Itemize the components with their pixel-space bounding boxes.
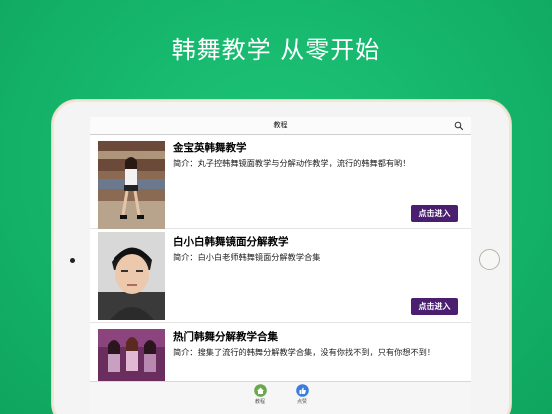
enter-button[interactable]: 点击进入 — [411, 298, 458, 315]
tab-label: 点赞 — [296, 399, 307, 405]
nav-title: 教程 — [273, 121, 288, 129]
item-title: 白小白韩舞镜面分解教学 — [173, 236, 289, 248]
list-item[interactable]: 金宝英韩舞教学 简介：丸子控韩舞镜面教学与分解动作教学，流行的韩舞都有哟！ 点击… — [90, 136, 471, 229]
item-description: 简介：丸子控韩舞镜面教学与分解动作教学，流行的韩舞都有哟！ — [173, 158, 411, 168]
app-screen: 教程 金宝英韩舞教学 简介：丸子控韩舞镜面教学与分解动作教学，流行的韩舞都有哟！… — [90, 117, 471, 414]
search-icon[interactable] — [454, 121, 464, 131]
tablet-home-button — [479, 249, 500, 270]
home-icon — [253, 384, 267, 397]
item-description: 简介：白小白老师韩舞镜面分解教学合集 — [173, 252, 321, 262]
thumbnail-image — [98, 329, 165, 381]
tab-tutorial[interactable]: 教程 — [245, 384, 275, 412]
tab-bar: 教程 点赞 — [90, 381, 471, 414]
thumbnail-image — [98, 141, 165, 229]
item-description: 简介：搜集了流行的韩舞分解教学合集，没有你找不到，只有你想不到！ — [173, 347, 436, 357]
enter-button[interactable]: 点击进入 — [411, 205, 458, 222]
promo-headline: 韩舞教学 从零开始 — [171, 36, 381, 64]
nav-bar: 教程 — [90, 117, 471, 135]
thumbnail-image — [98, 232, 165, 320]
item-title: 热门韩舞分解教学合集 — [173, 331, 278, 343]
thumbs-up-icon — [295, 384, 309, 397]
list-item[interactable]: 白小白韩舞镜面分解教学 简介：白小白老师韩舞镜面分解教学合集 点击进入 — [90, 230, 471, 323]
item-title: 金宝英韩舞教学 — [173, 142, 247, 154]
tab-like[interactable]: 点赞 — [287, 384, 317, 412]
tablet-camera — [70, 258, 75, 263]
tab-label: 教程 — [254, 399, 265, 405]
